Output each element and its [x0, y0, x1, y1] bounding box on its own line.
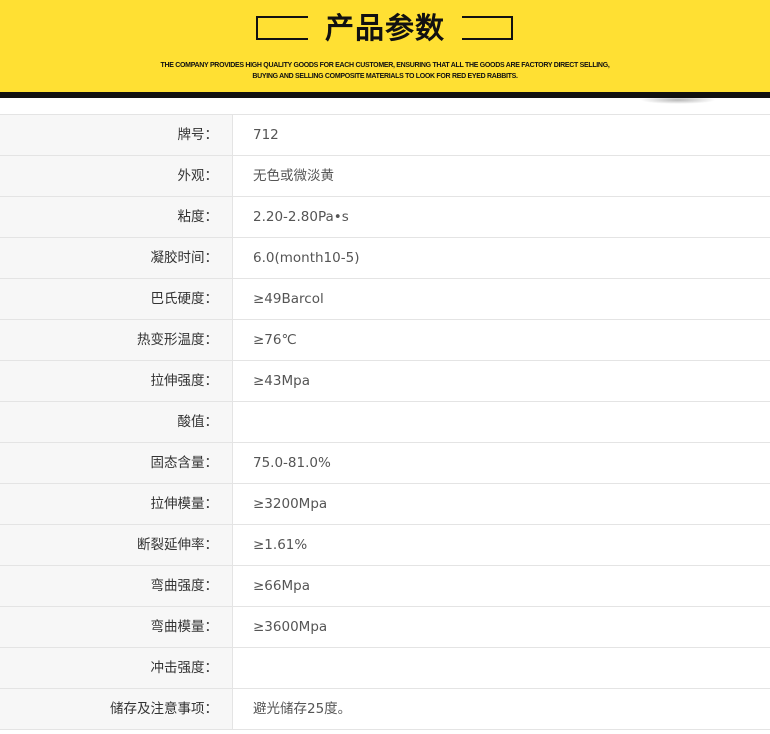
table-row: 外观： 无色或微淡黄 [0, 156, 770, 197]
param-label: 拉伸模量： [0, 484, 233, 524]
table-row: 巴氏硬度： ≥49Barcol [0, 279, 770, 320]
table-row: 弯曲强度： ≥66Mpa [0, 566, 770, 607]
table-row: 固态含量： 75.0-81.0% [0, 443, 770, 484]
param-value [233, 648, 770, 688]
table-row: 拉伸强度： ≥43Mpa [0, 361, 770, 402]
param-value: ≥43Mpa [253, 373, 310, 389]
param-label: 弯曲模量： [0, 607, 233, 647]
param-label: 拉伸强度： [0, 361, 233, 401]
params-table: 牌号： 712 外观： 无色或微淡黄 粘度： 2.20-2.80Pa•s 凝胶时… [0, 114, 770, 730]
param-value: ≥49Barcol [253, 291, 324, 307]
param-value [233, 402, 770, 442]
param-label: 牌号： [0, 115, 233, 155]
param-value: 75.0-81.0% [253, 455, 331, 471]
param-label: 外观： [0, 156, 233, 196]
table-row: 断裂延伸率： ≥1.61% [0, 525, 770, 566]
banner-subtitle-line1: THE COMPANY PROVIDES HIGH QUALITY GOODS … [160, 62, 610, 69]
param-value: ≥3600Mpa [253, 619, 328, 635]
param-label: 冲击强度： [0, 648, 233, 688]
param-value: ≥3200Mpa [253, 496, 328, 512]
param-label: 巴氏硬度： [0, 279, 233, 319]
param-label: 固态含量： [0, 443, 233, 483]
param-value: 避光储存25度。 [253, 701, 352, 717]
param-value: 712 [253, 127, 279, 143]
param-value: ≥1.61% [253, 537, 308, 553]
table-row: 牌号： 712 [0, 115, 770, 156]
param-value: 6.0(month10-5) [253, 250, 360, 266]
param-label: 热变形温度： [0, 320, 233, 360]
page-title: 产品参数 [324, 11, 445, 45]
param-value: ≥76℃ [253, 332, 297, 348]
table-row: 拉伸模量： ≥3200Mpa [0, 484, 770, 525]
table-row: 热变形温度： ≥76℃ [0, 320, 770, 361]
param-label: 储存及注意事项： [0, 689, 233, 729]
table-row: 弯曲模量： ≥3600Mpa [0, 607, 770, 648]
table-row: 酸值： [0, 402, 770, 443]
table-row: 储存及注意事项： 避光储存25度。 [0, 689, 770, 730]
param-value: ≥66Mpa [253, 578, 310, 594]
table-row: 冲击强度： [0, 648, 770, 689]
param-label: 弯曲强度： [0, 566, 233, 606]
header-banner: 产品参数 THE COMPANY PROVIDES HIGH QUALITY G… [0, 0, 770, 98]
banner-shadow [640, 96, 716, 104]
param-label: 断裂延伸率： [0, 525, 233, 565]
param-label: 凝胶时间： [0, 238, 233, 278]
param-label: 酸值： [0, 402, 233, 442]
param-label: 粘度： [0, 197, 233, 237]
param-value: 无色或微淡黄 [253, 168, 334, 184]
param-value: 2.20-2.80Pa•s [253, 209, 349, 225]
table-row: 粘度： 2.20-2.80Pa•s [0, 197, 770, 238]
banner-subtitle-line2: BUYING AND SELLING COMPOSITE MATERIALS T… [252, 73, 518, 80]
table-row: 凝胶时间： 6.0(month10-5) [0, 238, 770, 279]
